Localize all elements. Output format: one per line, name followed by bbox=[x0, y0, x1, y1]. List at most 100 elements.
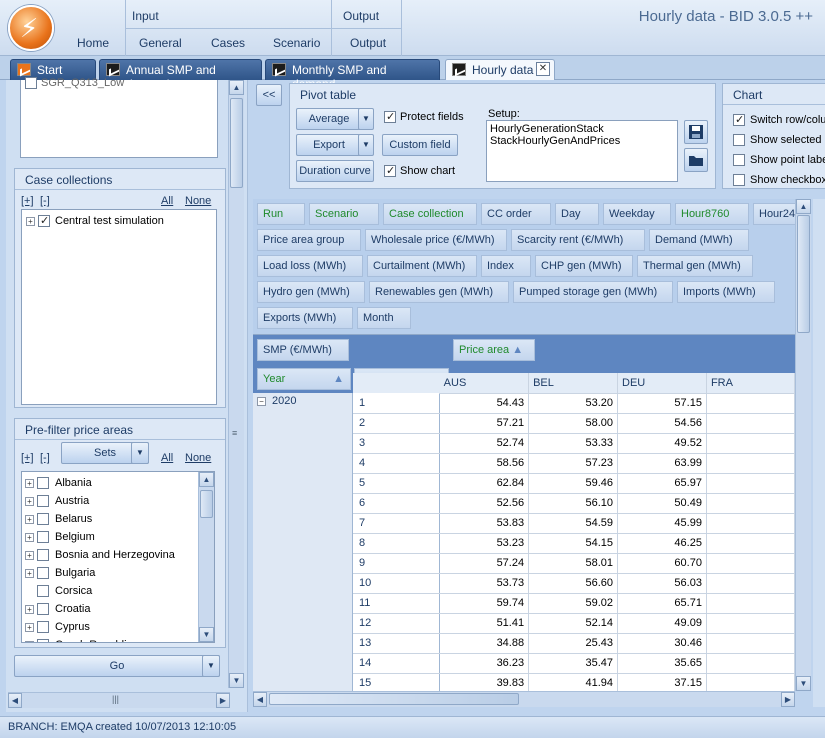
field-button[interactable]: Hydro gen (MWh) bbox=[257, 281, 365, 303]
value-cell[interactable]: 59.02 bbox=[528, 593, 619, 614]
left-panel-scrollbar[interactable]: ▲ ≡ ▼ bbox=[228, 80, 244, 688]
chart-option-checkbox[interactable] bbox=[733, 174, 745, 186]
week-cell[interactable]: 8 bbox=[353, 533, 441, 554]
grid-horizontal-scrollbar[interactable]: ◀ ▶ bbox=[253, 691, 795, 707]
list-item[interactable]: + Central test simulation bbox=[22, 212, 216, 230]
list-item[interactable]: +Corsica bbox=[25, 582, 214, 600]
value-cell[interactable]: 36.23 bbox=[439, 653, 530, 674]
value-cell[interactable]: 30.46 bbox=[617, 633, 707, 654]
expand-all-link[interactable]: [+] bbox=[21, 452, 34, 464]
expand-icon[interactable]: + bbox=[25, 640, 34, 642]
chart-option[interactable]: Show checkboxe bbox=[733, 170, 825, 190]
setup-list[interactable]: HourlyGenerationStack StackHourlyGenAndP… bbox=[486, 120, 678, 182]
list-item[interactable]: + Bosnia and Herzegovina bbox=[25, 546, 214, 564]
value-cell[interactable]: 54.15 bbox=[528, 533, 619, 554]
chart-option[interactable]: Show point labe bbox=[733, 150, 825, 170]
value-cell[interactable]: 59.74 bbox=[439, 593, 530, 614]
tab-monthly-smp[interactable]: Monthly SMP and demand bbox=[265, 59, 440, 91]
list-item[interactable]: + Bulgaria bbox=[25, 564, 214, 582]
list-item[interactable]: + Belarus bbox=[25, 510, 214, 528]
area-checkbox[interactable] bbox=[37, 603, 49, 615]
value-cell[interactable]: 53.33 bbox=[528, 433, 619, 454]
value-cell[interactable]: 56.03 bbox=[617, 573, 707, 594]
week-cell[interactable]: 14 bbox=[353, 653, 441, 674]
value-cell[interactable]: 34.88 bbox=[439, 633, 530, 654]
scroll-down-icon[interactable]: ▼ bbox=[229, 673, 244, 688]
expand-icon[interactable]: + bbox=[25, 532, 34, 542]
value-cell[interactable]: 53.83 bbox=[439, 513, 530, 534]
field-button[interactable]: Imports (MWh) bbox=[677, 281, 775, 303]
scroll-up-icon[interactable]: ▲ bbox=[229, 80, 244, 95]
value-cell[interactable]: 56.60 bbox=[528, 573, 619, 594]
value-cell[interactable]: 50.49 bbox=[617, 493, 707, 514]
value-cell[interactable] bbox=[706, 413, 795, 434]
value-cell[interactable]: 49.52 bbox=[617, 433, 707, 454]
area-checkbox[interactable] bbox=[37, 531, 49, 543]
field-button[interactable]: Index bbox=[481, 255, 531, 277]
value-cell[interactable]: 35.65 bbox=[617, 653, 707, 674]
area-checkbox[interactable] bbox=[37, 477, 49, 489]
column-header[interactable]: FRA bbox=[706, 373, 795, 394]
expand-icon[interactable]: + bbox=[25, 514, 34, 524]
value-cell[interactable] bbox=[706, 453, 795, 474]
chart-option[interactable]: Switch row/colu bbox=[733, 110, 825, 130]
area-checkbox[interactable] bbox=[37, 495, 49, 507]
scroll-left-icon[interactable]: ◀ bbox=[253, 692, 267, 707]
scroll-left-icon[interactable]: ◀ bbox=[8, 693, 22, 708]
week-cell[interactable]: 12 bbox=[353, 613, 441, 634]
export-button[interactable]: Export bbox=[296, 134, 362, 156]
expand-icon[interactable]: + bbox=[25, 568, 34, 578]
expand-icon[interactable]: + bbox=[25, 496, 34, 506]
protect-fields-option[interactable]: Protect fields bbox=[384, 111, 464, 123]
area-checkbox[interactable] bbox=[37, 621, 49, 633]
list-item[interactable]: SGR_Q313_Low bbox=[21, 74, 217, 92]
field-button[interactable]: Scenario bbox=[309, 203, 379, 225]
value-cell[interactable] bbox=[706, 513, 795, 534]
field-button[interactable]: Renewables gen (MWh) bbox=[369, 281, 509, 303]
value-cell[interactable]: 56.10 bbox=[528, 493, 619, 514]
expand-icon[interactable]: + bbox=[25, 622, 34, 632]
field-button[interactable]: Pumped storage gen (MWh) bbox=[513, 281, 673, 303]
year-row[interactable]: −2020 bbox=[253, 393, 352, 409]
value-cell[interactable]: 59.46 bbox=[528, 473, 619, 494]
value-cell[interactable]: 54.56 bbox=[617, 413, 707, 434]
week-cell[interactable]: 4 bbox=[353, 453, 441, 474]
value-cell[interactable]: 25.43 bbox=[528, 633, 619, 654]
field-button[interactable]: Scarcity rent (€/MWh) bbox=[511, 229, 645, 251]
ribbon-tab-scenario[interactable]: Scenario bbox=[273, 36, 320, 50]
select-all-link[interactable]: All bbox=[161, 195, 173, 207]
field-button[interactable]: Run bbox=[257, 203, 305, 225]
value-cell[interactable] bbox=[706, 613, 795, 634]
scroll-right-icon[interactable]: ▶ bbox=[781, 692, 795, 707]
week-cell[interactable]: 13 bbox=[353, 633, 441, 654]
value-cell[interactable] bbox=[706, 533, 795, 554]
value-cell[interactable] bbox=[706, 633, 795, 654]
field-button[interactable]: Load loss (MWh) bbox=[257, 255, 363, 277]
value-cell[interactable] bbox=[706, 593, 795, 614]
chevron-down-icon[interactable]: ▼ bbox=[131, 442, 149, 464]
value-cell[interactable]: 49.09 bbox=[617, 613, 707, 634]
value-cell[interactable]: 57.21 bbox=[439, 413, 530, 434]
chevron-down-icon[interactable]: ▼ bbox=[358, 108, 374, 130]
go-button[interactable]: Go bbox=[14, 655, 220, 677]
list-item[interactable]: + Czech Republic bbox=[25, 636, 214, 642]
area-checkbox[interactable] bbox=[37, 513, 49, 525]
week-cell[interactable]: 6 bbox=[353, 493, 441, 514]
chart-option-checkbox[interactable] bbox=[733, 114, 745, 126]
expand-icon[interactable]: + bbox=[26, 216, 35, 226]
value-cell[interactable]: 53.20 bbox=[528, 393, 619, 414]
area-checkbox[interactable] bbox=[37, 585, 49, 597]
value-cell[interactable]: 58.01 bbox=[528, 553, 619, 574]
collapse-icon[interactable]: − bbox=[257, 396, 266, 406]
field-button[interactable]: Month bbox=[357, 307, 411, 329]
field-button[interactable]: Weekday bbox=[603, 203, 671, 225]
field-button[interactable]: CHP gen (MWh) bbox=[535, 255, 633, 277]
field-button[interactable]: Case collection bbox=[383, 203, 477, 225]
value-cell[interactable]: 54.43 bbox=[439, 393, 530, 414]
value-cell[interactable]: 39.83 bbox=[439, 673, 530, 691]
value-cell[interactable]: 53.23 bbox=[439, 533, 530, 554]
week-cell[interactable]: 11 bbox=[353, 593, 441, 614]
week-cell[interactable]: 7 bbox=[353, 513, 441, 534]
value-cell[interactable] bbox=[706, 393, 795, 414]
scroll-thumb[interactable] bbox=[797, 215, 810, 333]
